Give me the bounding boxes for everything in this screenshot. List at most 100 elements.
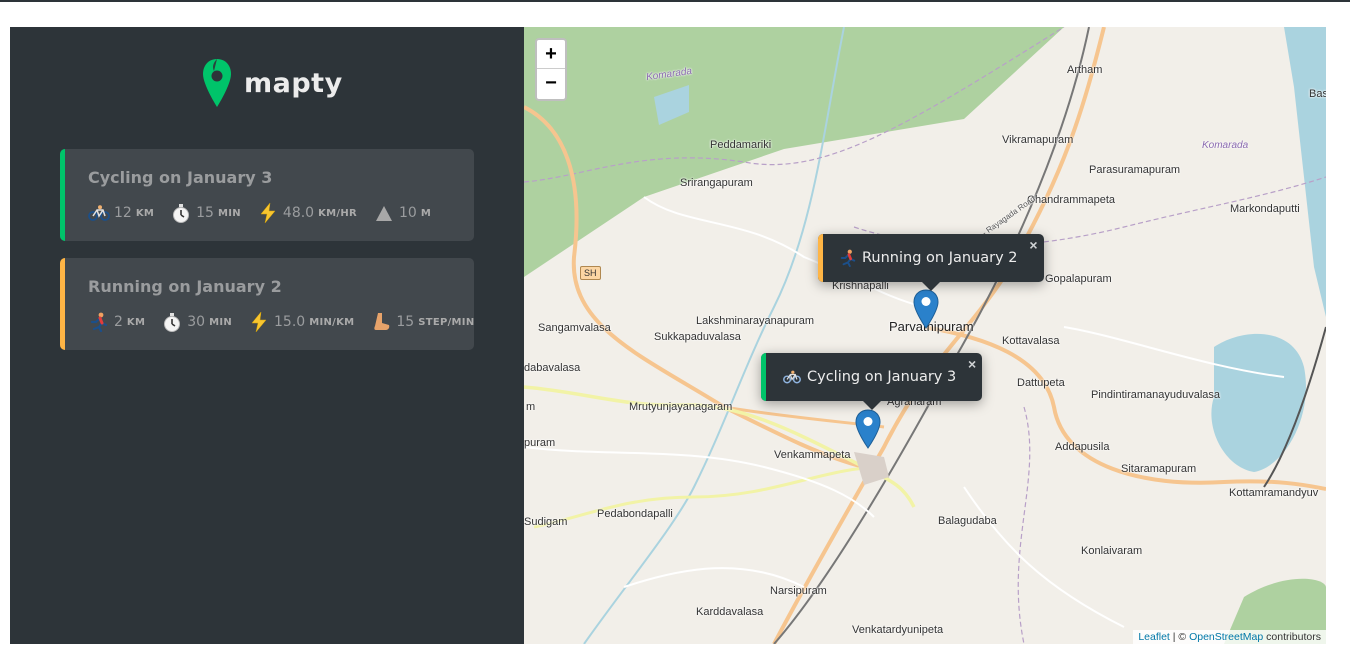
place-label: Kottavalasa xyxy=(1002,335,1060,347)
workout-speed: 48.0 KM/HR xyxy=(257,203,357,223)
zoom-in-button[interactable]: + xyxy=(537,40,565,69)
place-label: Venkammapeta xyxy=(774,449,851,461)
workout-accent-bar xyxy=(60,149,65,241)
place-label: Komarada xyxy=(1202,140,1249,151)
distance-unit: KM xyxy=(126,316,146,328)
distance-value: 12 xyxy=(114,205,132,221)
place-label: Sangamvalasa xyxy=(538,322,611,334)
popup-tip xyxy=(921,282,940,291)
place-label: Gopalapuram xyxy=(1045,273,1112,285)
place-label: Pindintiramanayuduvalasa xyxy=(1091,389,1221,401)
runner-icon xyxy=(840,249,856,267)
place-label: Sukkapaduvalasa xyxy=(654,331,741,343)
workout-popup-cycling[interactable]: Cycling on January 3 × xyxy=(761,353,983,410)
place-label: Vikramapuram xyxy=(1002,134,1074,146)
stopwatch-icon xyxy=(161,312,183,332)
speed-unit: KM/HR xyxy=(318,207,358,219)
workout-title: Running on January 2 xyxy=(88,277,282,296)
workout-item-running[interactable]: Running on January 2 2 KM 30 MIN 15.0 MI… xyxy=(60,258,474,350)
workout-details: 12 KM 15 MIN 48.0 KM/HR 10 M xyxy=(88,203,447,223)
workout-distance: 2 KM xyxy=(88,312,145,332)
place-label: Addapusila xyxy=(1055,441,1110,453)
cadence-value: 15 xyxy=(396,314,415,330)
map-pin-icon xyxy=(202,57,232,109)
popup-text: Running on January 2 xyxy=(862,250,1018,266)
duration-value: 30 xyxy=(187,314,206,330)
attribution-suffix: contributors xyxy=(1263,631,1321,643)
logo-text: mapty xyxy=(244,67,343,99)
popup-accent-bar xyxy=(761,353,766,401)
map[interactable]: Komarada Komarada Artham Bas Peddamariki… xyxy=(524,27,1326,644)
cadence-unit: STEP/MIN xyxy=(418,316,474,328)
close-icon[interactable]: × xyxy=(968,356,976,372)
workout-item-cycling[interactable]: Cycling on January 3 12 KM 15 MIN 48.0 K… xyxy=(60,149,474,241)
place-label: Srirangapuram xyxy=(680,177,753,189)
place-label: Artham xyxy=(1067,64,1103,76)
popup-text: Cycling on January 3 xyxy=(807,369,957,385)
highway-badge: SH xyxy=(580,266,601,280)
lightning-icon xyxy=(257,203,279,223)
footprint-icon xyxy=(370,312,392,332)
workout-details: 2 KM 30 MIN 15.0 MIN/KM 15 STEP/MIN xyxy=(88,312,474,332)
mountain-icon xyxy=(373,203,395,223)
runner-icon xyxy=(88,312,110,332)
zoom-out-button[interactable]: − xyxy=(537,69,565,98)
place-label: m xyxy=(526,401,536,413)
pace-value: 15.0 xyxy=(274,314,306,330)
workout-elevation: 10 M xyxy=(373,203,431,223)
duration-unit: MIN xyxy=(217,207,241,219)
place-label: Lakshminarayanapuram xyxy=(696,315,815,327)
workout-duration: 30 MIN xyxy=(161,312,232,332)
elevation-value: 10 xyxy=(399,205,417,221)
bicycle-icon xyxy=(783,370,801,384)
place-label: dabavalasa xyxy=(524,362,581,374)
place-label: Mrutyunjayanagaram xyxy=(629,401,733,413)
popup-accent-bar xyxy=(818,234,823,282)
workout-cadence: 15 STEP/MIN xyxy=(370,312,474,332)
place-label: Chandrammapeta xyxy=(1027,194,1116,206)
place-label: Konlaivaram xyxy=(1081,545,1143,557)
popup-content: Running on January 2 xyxy=(840,249,1018,267)
map-marker-icon[interactable] xyxy=(855,409,881,449)
pace-unit: MIN/KM xyxy=(309,316,355,328)
bicycle-icon xyxy=(88,203,110,223)
logo: mapty xyxy=(202,57,343,109)
place-label: Parasuramapuram xyxy=(1089,164,1181,176)
workout-distance: 12 KM xyxy=(88,203,154,223)
popup-tip xyxy=(862,401,881,410)
distance-unit: KM xyxy=(135,207,155,219)
place-label: Venkatardyunipeta xyxy=(852,624,944,636)
place-label: puram xyxy=(524,437,556,449)
place-label: Karddavalasa xyxy=(696,606,764,618)
zoom-control: + − xyxy=(535,38,567,101)
map-attribution: Leaflet | © OpenStreetMap contributors xyxy=(1133,630,1326,644)
duration-unit: MIN xyxy=(209,316,233,328)
place-label: Narsipuram xyxy=(770,585,827,597)
place-label: Dattupeta xyxy=(1017,377,1065,389)
place-label: Pedabondapalli xyxy=(597,508,673,520)
workout-duration: 15 MIN xyxy=(170,203,241,223)
duration-value: 15 xyxy=(196,205,214,221)
leaflet-link[interactable]: Leaflet xyxy=(1138,631,1170,643)
close-icon[interactable]: × xyxy=(1029,237,1037,253)
openstreetmap-link[interactable]: OpenStreetMap xyxy=(1189,631,1263,643)
place-label: Sitaramapuram xyxy=(1121,463,1197,475)
place-label: Sudigam xyxy=(524,516,568,528)
workout-title: Cycling on January 3 xyxy=(88,168,273,187)
place-label: Kottamramandyuv xyxy=(1229,487,1319,499)
place-label: Peddamariki xyxy=(710,139,772,151)
map-marker-icon[interactable] xyxy=(913,289,939,329)
place-label: Markondaputti xyxy=(1230,203,1300,215)
sidebar: mapty Cycling on January 3 12 KM 15 MIN … xyxy=(10,27,524,644)
map-tiles xyxy=(524,27,1326,644)
stopwatch-icon xyxy=(170,203,192,223)
speed-value: 48.0 xyxy=(282,205,315,221)
workout-pace: 15.0 MIN/KM xyxy=(248,312,354,332)
workout-popup-running[interactable]: Running on January 2 × xyxy=(818,234,1044,291)
workout-accent-bar xyxy=(60,258,65,350)
place-label: Balagudaba xyxy=(938,515,997,527)
elevation-unit: M xyxy=(420,207,432,219)
top-rule xyxy=(0,0,1350,2)
attribution-separator: | © xyxy=(1169,631,1190,643)
place-label: Bas xyxy=(1309,88,1326,100)
